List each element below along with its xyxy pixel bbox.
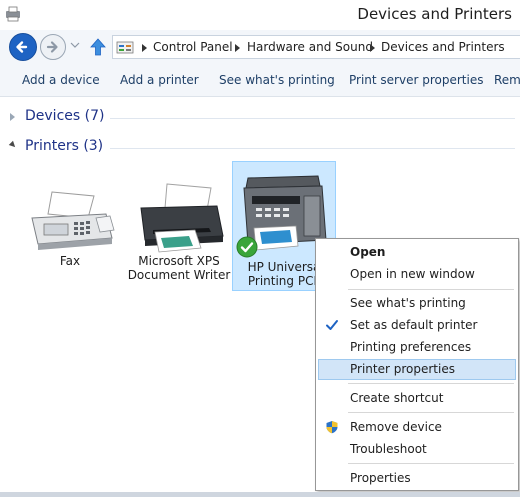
fax-machine-icon xyxy=(31,191,115,250)
collapse-arrow-icon xyxy=(8,140,18,150)
menu-item-open-new-window[interactable]: Open in new window xyxy=(318,264,516,285)
shield-icon xyxy=(326,421,338,434)
chevron-down-icon[interactable] xyxy=(70,41,80,49)
default-printer-check-icon xyxy=(236,236,258,258)
breadcrumb-control-panel[interactable]: Control Panel xyxy=(153,40,233,54)
back-arrow-icon xyxy=(16,41,28,53)
device-label: Fax xyxy=(59,254,81,268)
navigation-bar: Control Panel Hardware and Sound Devices… xyxy=(0,30,520,64)
expand-arrow-icon xyxy=(10,113,15,121)
printer-icon xyxy=(140,183,224,253)
menu-item-printing-preferences[interactable]: Printing preferences xyxy=(318,337,516,358)
printers-group-label: Printers (3) xyxy=(25,138,104,154)
device-xps-document-writer[interactable]: Microsoft XPS Document Writer xyxy=(126,182,232,282)
add-device-button[interactable]: Add a device xyxy=(22,73,100,87)
control-panel-icon xyxy=(116,41,134,54)
window-title: Devices and Printers xyxy=(357,5,512,23)
command-bar: Add a device Add a printer See what's pr… xyxy=(0,64,520,97)
breadcrumb-devices-and-printers[interactable]: Devices and Printers xyxy=(381,40,505,54)
devices-printers-icon xyxy=(6,6,20,22)
menu-item-set-default-printer[interactable]: Set as default printer xyxy=(318,315,516,336)
breadcrumb-separator-icon[interactable] xyxy=(235,44,240,52)
print-server-properties-button[interactable]: Print server properties xyxy=(349,73,483,87)
breadcrumb-hardware-and-sound[interactable]: Hardware and Sound xyxy=(247,40,373,54)
address-bar[interactable]: Control Panel Hardware and Sound Devices… xyxy=(112,35,520,59)
menu-item-open[interactable]: Open xyxy=(318,242,516,263)
devices-group-header[interactable]: Devices (7) xyxy=(10,108,515,126)
forward-button[interactable] xyxy=(40,34,66,60)
group-divider xyxy=(110,148,515,149)
device-fax[interactable]: Fax xyxy=(20,188,120,268)
printers-group-header[interactable]: Printers (3) xyxy=(8,138,515,156)
up-arrow-icon[interactable] xyxy=(89,37,107,57)
title-bar: Devices and Printers xyxy=(0,0,520,30)
devices-group-label: Devices (7) xyxy=(25,108,105,124)
menu-item-create-shortcut[interactable]: Create shortcut xyxy=(318,388,516,409)
menu-separator xyxy=(348,383,514,384)
see-whats-printing-button[interactable]: See what's printing xyxy=(219,73,335,87)
back-button[interactable] xyxy=(9,33,37,61)
device-label-line1: Microsoft XPS xyxy=(138,254,220,268)
menu-separator xyxy=(348,289,514,290)
menu-item-printer-properties[interactable]: Printer properties xyxy=(318,359,516,380)
checkmark-icon xyxy=(326,320,338,330)
window-bottom-edge xyxy=(0,492,520,497)
menu-item-troubleshoot[interactable]: Troubleshoot xyxy=(318,439,516,460)
remove-device-button[interactable]: Remo xyxy=(494,73,520,87)
menu-item-see-whats-printing[interactable]: See what's printing xyxy=(318,293,516,314)
context-menu: Open Open in new window See what's print… xyxy=(315,238,519,491)
breadcrumb-separator-icon[interactable] xyxy=(370,44,375,52)
menu-item-properties[interactable]: Properties xyxy=(318,468,516,489)
device-label-line2: Document Writer xyxy=(127,268,231,282)
group-divider xyxy=(110,118,515,119)
add-printer-button[interactable]: Add a printer xyxy=(120,73,199,87)
breadcrumb-separator-icon[interactable] xyxy=(142,44,147,52)
forward-arrow-icon xyxy=(46,41,58,53)
menu-item-remove-device[interactable]: Remove device xyxy=(318,417,516,438)
menu-separator xyxy=(348,412,514,413)
menu-separator xyxy=(348,463,514,464)
